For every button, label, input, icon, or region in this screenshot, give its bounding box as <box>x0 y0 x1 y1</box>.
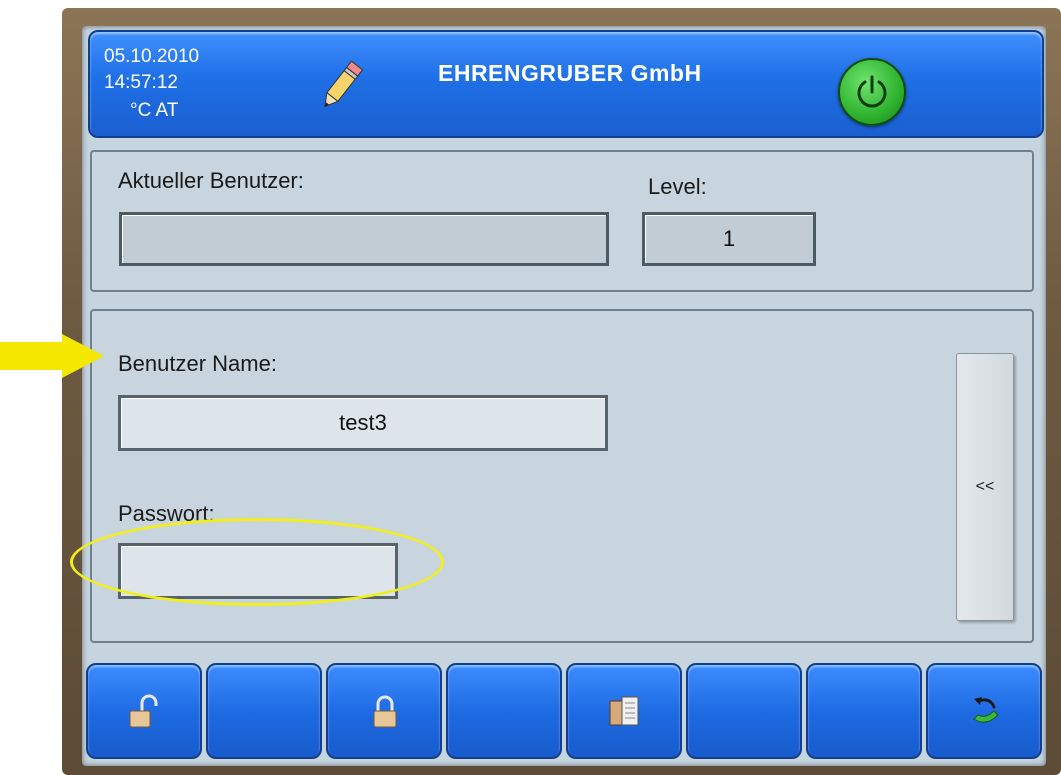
username-label: Benutzer Name: <box>118 351 277 376</box>
toolbar-button-4[interactable] <box>446 663 562 759</box>
toolbar-button-2[interactable] <box>206 663 322 759</box>
header-date: 05.10.2010 <box>104 46 200 67</box>
unlock-icon <box>129 694 158 728</box>
folder-button[interactable] <box>566 663 682 759</box>
unlock-button[interactable] <box>86 663 202 759</box>
toolbar-button-6[interactable] <box>686 663 802 759</box>
highlight-arrow <box>0 334 104 378</box>
username-input[interactable]: test3 <box>118 395 608 451</box>
header-unit: °C AT <box>130 100 179 121</box>
lock-icon <box>373 695 397 728</box>
level-field: 1 <box>642 212 816 266</box>
highlight-ellipse <box>70 518 444 606</box>
pencil-icon[interactable] <box>316 56 366 116</box>
header-time: 14:57:12 <box>104 72 178 93</box>
power-icon <box>857 75 887 108</box>
bottom-toolbar <box>86 659 1046 763</box>
back-button[interactable]: << <box>956 353 1014 621</box>
header-bar: 05.10.2010 14:57:12 °C AT EHRENGRUBER Gm… <box>88 30 1044 138</box>
company-title: EHRENGRUBER GmbH <box>438 60 702 86</box>
toolbar-button-7[interactable] <box>806 663 922 759</box>
level-label: Level: <box>648 174 707 199</box>
lock-button[interactable] <box>326 663 442 759</box>
touch-screen: 05.10.2010 14:57:12 °C AT EHRENGRUBER Gm… <box>82 26 1046 766</box>
current-user-panel: Aktueller Benutzer: Level: 1 <box>90 150 1034 292</box>
current-user-field <box>119 212 609 266</box>
power-button[interactable] <box>838 58 906 126</box>
current-user-label: Aktueller Benutzer: <box>118 168 304 193</box>
exit-button[interactable] <box>926 663 1042 759</box>
folder-icon <box>609 696 639 726</box>
exit-icon <box>973 697 999 723</box>
